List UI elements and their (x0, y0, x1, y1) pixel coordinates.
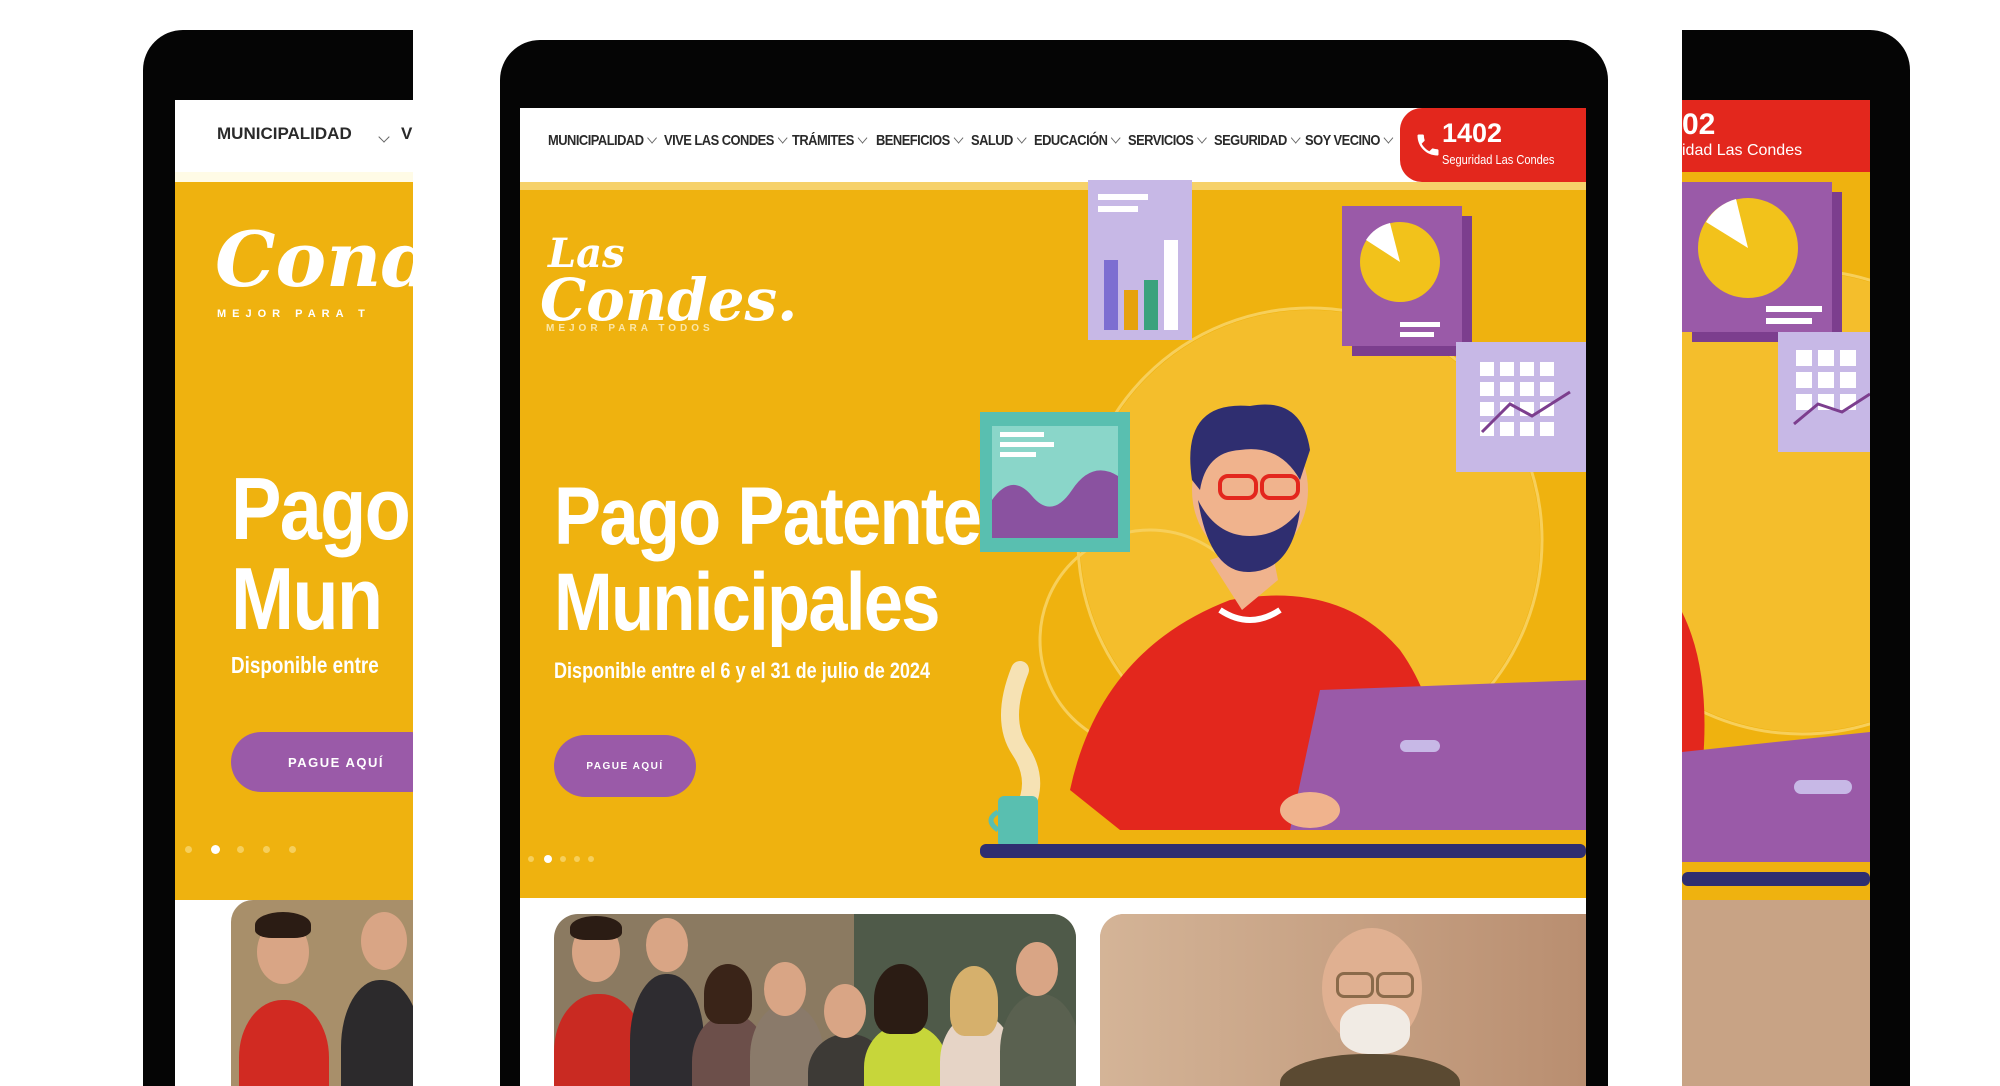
nav-item-beneficios[interactable]: BENEFICIOS (876, 132, 964, 149)
nav-item-educacion[interactable]: EDUCACIÓN (1034, 132, 1121, 149)
left-slide-dot[interactable] (289, 846, 296, 853)
chevron-down-icon (1111, 132, 1121, 144)
left-logo: Cond (215, 215, 413, 304)
left-slide-dot-active[interactable] (211, 845, 220, 854)
left-navbar: MUNICIPALIDAD V (175, 100, 413, 172)
left-hero-subtitle: Disponible entre (231, 652, 379, 678)
left-device-screen: MUNICIPALIDAD V Cond MEJOR PARA T Pago M… (175, 100, 413, 1086)
phone-icon (1417, 134, 1439, 156)
left-notice-strip (175, 172, 413, 182)
nav-item-salud[interactable]: SALUD (971, 132, 1027, 149)
hero-title-line1: Pago Patentes (554, 471, 1019, 562)
senior-photo-card[interactable] (1100, 914, 1586, 1086)
right-phone-button[interactable]: 02 idad Las Condes (1682, 100, 1870, 172)
nav-item-seguridad[interactable]: SEGURIDAD (1214, 132, 1301, 149)
emergency-phone-button[interactable]: 1402 Seguridad Las Condes (1400, 108, 1586, 182)
phone-number: 1402 (1442, 118, 1503, 148)
left-team-photo[interactable] (231, 900, 413, 1086)
left-nav-next[interactable]: V (401, 124, 412, 144)
hero-subtitle: Disponible entre el 6 y el 31 de julio d… (554, 658, 930, 683)
left-hero-title-1: Pago (231, 459, 411, 558)
phone-label: Seguridad Las Condes (1442, 152, 1555, 167)
chevron-down-icon (1197, 132, 1207, 144)
main-device-screen: MUNICIPALIDAD VIVE LAS CONDES TRÁMITES B… (520, 108, 1586, 1086)
right-photo-card[interactable] (1682, 900, 1870, 1086)
slide-dot[interactable] (528, 856, 534, 862)
nav-item-municipalidad[interactable]: MUNICIPALIDAD (548, 132, 658, 149)
slide-dot[interactable] (560, 856, 566, 862)
team-photo-card[interactable] (554, 914, 1076, 1086)
slide-dot-active[interactable] (544, 855, 552, 863)
left-slide-dot[interactable] (185, 846, 192, 853)
nav-item-soy-vecino[interactable]: SOY VECINO (1305, 132, 1394, 149)
chevron-down-icon (1383, 132, 1394, 144)
hero-title-line2: Municipales (554, 557, 940, 648)
right-device-screen: 02 idad Las Condes (1682, 100, 1870, 1086)
left-slide-dot[interactable] (263, 846, 270, 853)
chevron-down-icon (857, 132, 868, 144)
hero-illustration (980, 180, 1586, 858)
left-logo-tagline: MEJOR PARA T (217, 308, 371, 320)
left-slide-dot[interactable] (237, 846, 244, 853)
slide-dot[interactable] (588, 856, 594, 862)
chevron-down-icon (1016, 132, 1027, 144)
nav-item-tramites[interactable]: TRÁMITES (792, 132, 868, 149)
pague-aqui-button[interactable]: PAGUE AQUÍ (554, 735, 696, 797)
chevron-down-icon (378, 131, 390, 143)
chevron-down-icon (777, 132, 788, 144)
nav-item-vive-las-condes[interactable]: VIVE LAS CONDES (664, 132, 788, 149)
main-navbar: MUNICIPALIDAD VIVE LAS CONDES TRÁMITES B… (520, 108, 1586, 182)
nav-item-servicios[interactable]: SERVICIOS (1128, 132, 1207, 149)
slide-dot[interactable] (574, 856, 580, 862)
left-cta-button[interactable]: PAGUE AQUÍ (231, 732, 413, 792)
chevron-down-icon (1290, 132, 1301, 144)
right-phone-number: 02 (1682, 108, 1716, 141)
chevron-down-icon (647, 132, 658, 144)
left-nav-municipalidad[interactable]: MUNICIPALIDAD (217, 124, 352, 144)
logo-tagline: MEJOR PARA TODOS (546, 323, 714, 334)
right-phone-label: idad Las Condes (1682, 142, 1803, 159)
left-hero-title-2: Mun (231, 549, 383, 648)
chevron-down-icon (953, 132, 964, 144)
